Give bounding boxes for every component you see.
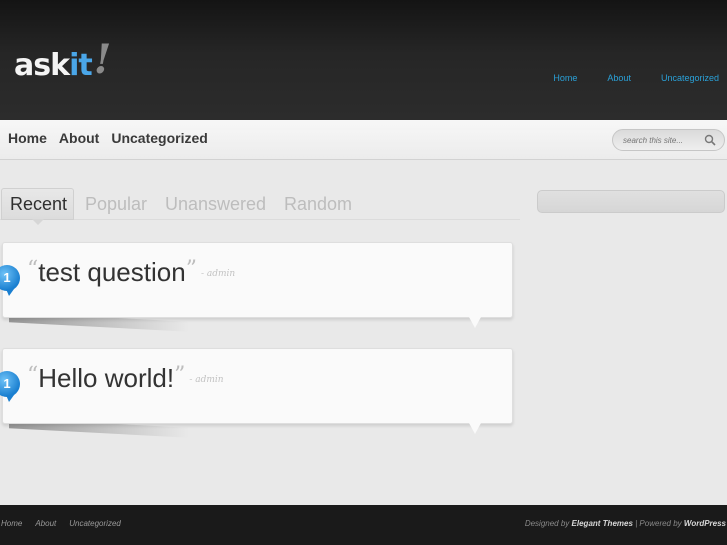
main-nav-uncategorized[interactable]: Uncategorized	[111, 130, 207, 146]
top-nav-about[interactable]: About	[607, 73, 631, 83]
site-footer: Home About Uncategorized Designed by Ele…	[0, 505, 727, 545]
search-box	[612, 129, 725, 151]
question-card[interactable]: “test question” - admin	[2, 242, 513, 332]
footer-nav: Home About Uncategorized	[1, 519, 134, 528]
question-tabs: Recent Popular Unanswered Random	[0, 188, 520, 220]
question-title-link[interactable]: test question	[38, 257, 185, 287]
logo-text-ask: ask	[14, 48, 70, 83]
site-header: askit! Home About Uncategorized	[0, 0, 727, 120]
top-nav: Home About Uncategorized	[523, 73, 719, 83]
credits-wordpress-link[interactable]: WordPress	[684, 519, 726, 528]
question-title-line: “test question” - admin	[27, 257, 235, 288]
card-shadow	[9, 312, 189, 332]
search-icon[interactable]	[704, 134, 716, 146]
top-nav-uncategorized[interactable]: Uncategorized	[661, 73, 719, 83]
card-tail	[469, 423, 481, 434]
footer-nav-uncategorized[interactable]: Uncategorized	[69, 519, 121, 528]
question-author: - admin	[200, 269, 236, 280]
footer-nav-about[interactable]: About	[35, 519, 56, 528]
credits-designed-by: Designed by	[524, 519, 570, 528]
tab-popular[interactable]: Popular	[85, 194, 147, 215]
tab-random[interactable]: Random	[284, 194, 352, 215]
footer-nav-home[interactable]: Home	[1, 519, 22, 528]
main-nav: Home About Uncategorized	[8, 130, 220, 146]
question-title-line: “Hello world!” - admin	[27, 363, 224, 394]
credits-elegant-themes-link[interactable]: Elegant Themes	[572, 519, 633, 528]
top-nav-home[interactable]: Home	[553, 73, 577, 83]
card-tail	[469, 317, 481, 328]
tab-recent[interactable]: Recent	[1, 188, 75, 220]
card-shadow	[9, 418, 189, 438]
footer-credits: Designed by Elegant Themes | Powered by …	[525, 519, 726, 528]
close-quote: ”	[174, 363, 186, 388]
active-tab-pointer	[32, 219, 44, 225]
close-quote: ”	[185, 257, 197, 282]
credits-powered-by: | Powered by	[632, 519, 684, 528]
question-card[interactable]: “Hello world!” - admin	[2, 348, 513, 438]
question-author: - admin	[189, 375, 224, 386]
tab-unanswered[interactable]: Unanswered	[165, 194, 266, 215]
main-nav-home[interactable]: Home	[8, 130, 47, 146]
main-nav-about[interactable]: About	[59, 130, 99, 146]
open-quote: “	[27, 363, 39, 388]
question-title-link[interactable]: Hello world!	[38, 363, 174, 393]
logo-exclamation: !	[93, 36, 112, 83]
open-quote: “	[27, 257, 39, 282]
search-input[interactable]	[623, 134, 703, 147]
site-logo[interactable]: askit!	[14, 36, 112, 86]
sidebar-widget	[537, 190, 725, 213]
logo-text-it: it	[69, 48, 93, 83]
